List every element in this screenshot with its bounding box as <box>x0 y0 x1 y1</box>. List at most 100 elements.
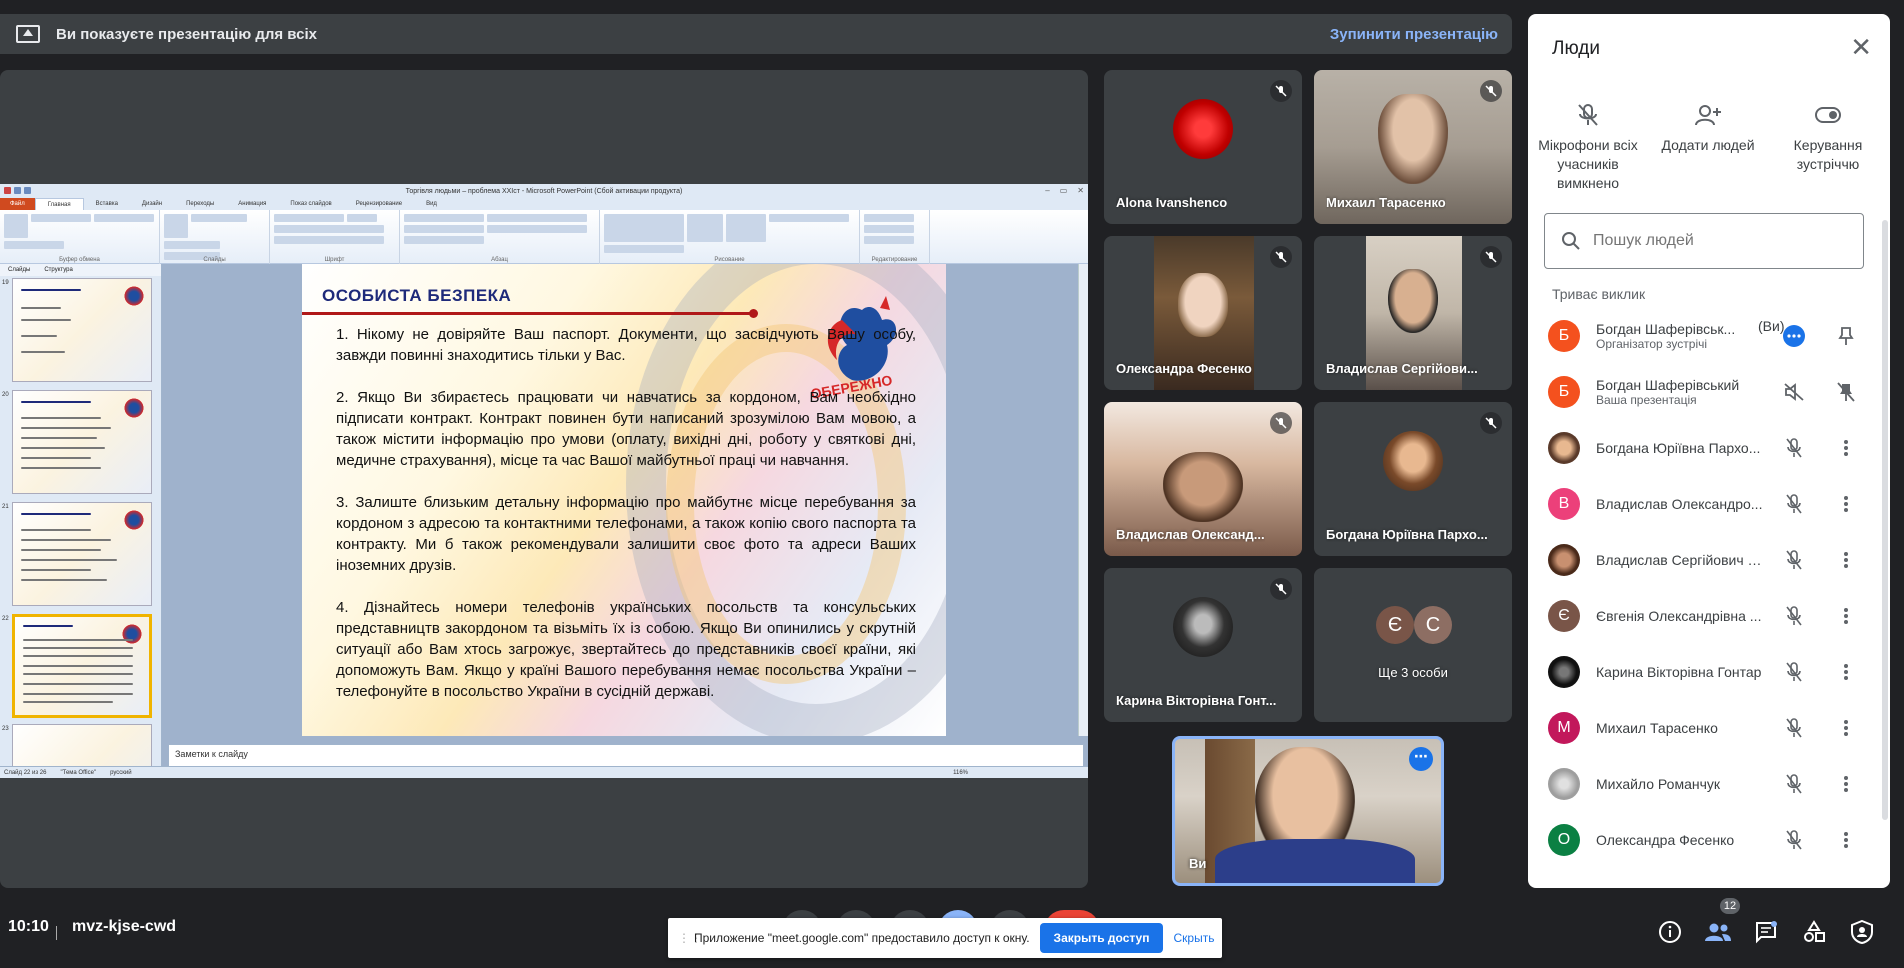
participant-row[interactable]: В Владислав Олександро... <box>1528 476 1890 532</box>
more-vert-icon[interactable] <box>1832 434 1860 462</box>
participant-row[interactable]: Богдана Юріївна Пархо... <box>1528 420 1890 476</box>
avatar <box>1548 768 1580 800</box>
more-options-icon[interactable]: ⋯ <box>1409 747 1433 771</box>
participant-tile[interactable]: Владислав Сергійови... <box>1314 236 1512 390</box>
tab-outline: Структура <box>44 267 73 273</box>
participant-role: Ваша презентація <box>1596 393 1697 407</box>
mic-off-icon[interactable] <box>1780 490 1808 518</box>
more-options-icon[interactable] <box>1780 322 1808 350</box>
mic-off-icon <box>1528 100 1648 130</box>
more-vert-icon[interactable] <box>1832 602 1860 630</box>
more-vert-icon[interactable] <box>1832 826 1860 854</box>
close-icon[interactable]: ✕ <box>1850 34 1872 60</box>
avatar: Б <box>1548 320 1580 352</box>
mic-off-icon[interactable] <box>1780 770 1808 798</box>
mute-all-button[interactable]: Мікрофони всіх учасників вимкнено <box>1528 100 1648 193</box>
self-sweater <box>1215 839 1415 883</box>
host-controls-button[interactable]: Керування зустріччю <box>1768 100 1888 193</box>
participant-row[interactable]: О Олександра Фесенко <box>1528 812 1890 868</box>
participant-name: Олександра Фесенко <box>1116 361 1252 376</box>
ribbon-group-font: Шрифт <box>270 210 400 264</box>
meeting-details-icon[interactable] <box>1652 914 1688 950</box>
participant-row[interactable]: Карина Вікторівна Гонтар <box>1528 644 1890 700</box>
avatar: Є <box>1548 600 1580 632</box>
mic-off-icon[interactable] <box>1780 434 1808 462</box>
participant-name: Alona Ivanshenco <box>1116 195 1228 210</box>
slide-bullet: 4. Дізнайтесь номери телефонів українськ… <box>336 599 916 700</box>
unpin-icon[interactable] <box>1832 378 1860 406</box>
participant-tile[interactable]: Михаил Тарасенко <box>1314 70 1512 224</box>
mic-off-icon[interactable] <box>1780 546 1808 574</box>
slide-thumbnail <box>12 724 152 766</box>
tab-slides: Слайды <box>8 267 31 273</box>
more-vert-icon[interactable] <box>1832 546 1860 574</box>
pin-icon[interactable] <box>1832 322 1860 350</box>
host-controls-icon[interactable] <box>1844 914 1880 950</box>
participant-row[interactable]: Б Богдан Шаферівський Ваша презентація <box>1528 364 1890 420</box>
mic-off-icon[interactable] <box>1780 714 1808 742</box>
ppt-window-title: Торгівля людьми – проблема XXIст - Micro… <box>405 187 683 195</box>
mic-off-icon[interactable] <box>1780 658 1808 686</box>
search-input[interactable] <box>1593 232 1833 250</box>
tab-view: Вид <box>426 201 437 207</box>
slide-scrollbar <box>1078 264 1088 736</box>
tab-insert: Вставка <box>95 201 118 207</box>
ribbon-group-clipboard: Буфер обмена <box>0 210 160 264</box>
panel-title: Люди <box>1552 38 1601 59</box>
participant-tile[interactable]: Карина Вікторівна Гонт... <box>1104 568 1302 722</box>
thumb-number: 20 <box>2 392 9 398</box>
participant-row[interactable]: Владислав Сергійович Б... <box>1528 532 1890 588</box>
panel-scrollbar[interactable] <box>1882 220 1888 820</box>
drag-handle-icon[interactable]: ⋮⋮ <box>678 931 702 945</box>
status-slide-count: Слайд 22 из 26 <box>4 769 47 776</box>
avatar: Б <box>1548 376 1580 408</box>
more-participants-tile[interactable]: Є С Ще 3 особи <box>1314 568 1512 722</box>
participant-name: Богдан Шаферівськ... <box>1596 321 1736 337</box>
mic-off-icon[interactable] <box>1780 602 1808 630</box>
avatar <box>1548 432 1580 464</box>
stop-sharing-button[interactable]: Закрыть доступ <box>1039 923 1164 953</box>
add-person-icon <box>1648 100 1768 130</box>
mic-off-icon <box>1270 80 1292 102</box>
more-participants-label: Ще 3 особи <box>1378 665 1448 680</box>
participant-row[interactable]: Є Євгенія Олександрівна ... <box>1528 588 1890 644</box>
screen-share-notice: ⋮⋮ Приложение "meet.google.com" предоста… <box>668 918 1222 958</box>
stop-presenting-button[interactable]: Зупинити презентацію <box>1330 26 1498 43</box>
thumb-number: 22 <box>2 616 9 622</box>
participant-row[interactable]: М Михаил Тарасенко <box>1528 700 1890 756</box>
participant-tile[interactable]: Владислав Олександ... <box>1104 402 1302 556</box>
quick-access-toolbar <box>4 187 31 194</box>
ribbon-group-slides: Слайды <box>160 210 270 264</box>
activities-icon[interactable] <box>1796 914 1832 950</box>
slide-notes: Заметки к слайду <box>168 744 1084 768</box>
participant-tile[interactable]: Alona Ivanshenco <box>1104 70 1302 224</box>
slide-title: ОСОБИСТА БЕЗПЕКА <box>322 286 512 305</box>
participant-name: Богдана Юріївна Пархо... <box>1596 440 1761 456</box>
status-language: русский <box>110 769 132 776</box>
participant-name: Владислав Олександро... <box>1596 496 1763 512</box>
self-view[interactable]: ⋯ Ви <box>1172 736 1444 886</box>
hide-notice-button[interactable]: Скрыть <box>1173 931 1214 945</box>
participant-row[interactable]: Михайло Романчук <box>1528 756 1890 812</box>
participant-row[interactable]: Б Богдан Шаферівськ... Організатор зустрі… <box>1528 308 1890 364</box>
chat-icon[interactable] <box>1748 914 1784 950</box>
mic-off-icon[interactable] <box>1780 826 1808 854</box>
more-vert-icon[interactable] <box>1832 714 1860 742</box>
search-field[interactable] <box>1544 213 1864 269</box>
present-screen-icon <box>16 25 40 43</box>
participant-tile[interactable]: Богдана Юріївна Пархо... <box>1314 402 1512 556</box>
more-vert-icon[interactable] <box>1832 658 1860 686</box>
mic-off-icon <box>1480 246 1502 268</box>
more-vert-icon[interactable] <box>1832 490 1860 518</box>
participant-tile[interactable]: Олександра Фесенко <box>1104 236 1302 390</box>
more-vert-icon[interactable] <box>1832 770 1860 798</box>
thumb-number: 23 <box>2 726 9 732</box>
ribbon-tabs: Файл Главная Вставка Дизайн Переходы Ани… <box>0 198 1088 210</box>
people-icon[interactable] <box>1700 914 1736 950</box>
participant-face <box>1163 451 1243 522</box>
participant-name: Богдан Шаферівський <box>1596 377 1740 393</box>
avatar <box>1548 656 1580 688</box>
slide-title-underline <box>302 309 758 318</box>
add-people-button[interactable]: Додати людей <box>1648 100 1768 193</box>
slide-thumbnail <box>12 390 152 494</box>
